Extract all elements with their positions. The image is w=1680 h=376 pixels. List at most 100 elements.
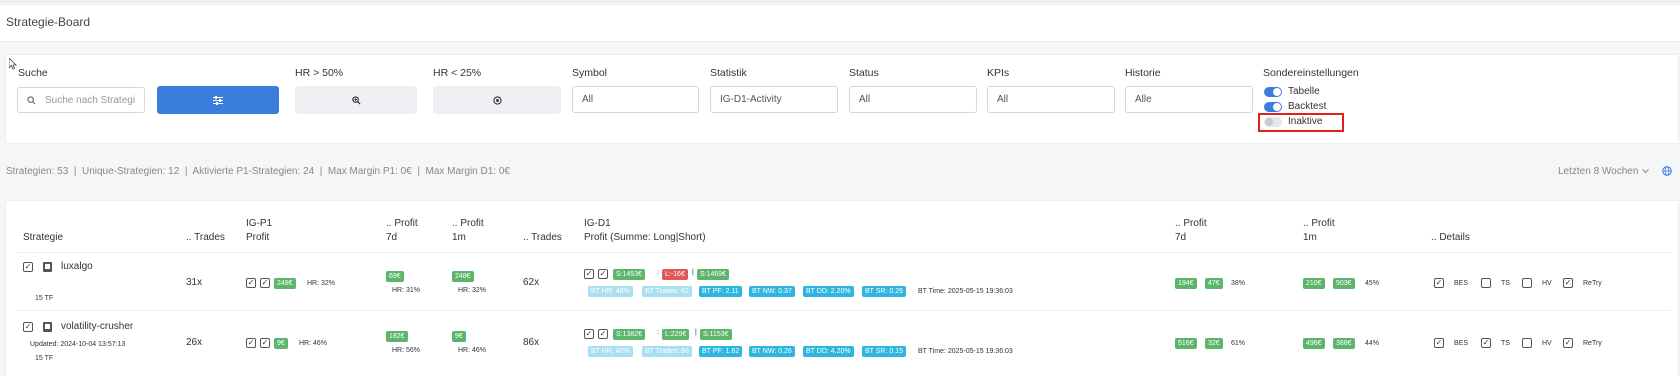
updated-timestamp: Updated: 2024-10-04 13:57:13 <box>30 341 126 348</box>
hr50-button[interactable] <box>295 86 417 114</box>
profit-7d-badge: 69€ <box>386 271 404 282</box>
profit-7d-hr: HR: 56% <box>392 347 421 354</box>
retry-label: ReTry <box>1583 280 1602 287</box>
row-select-checkbox[interactable]: ✓ <box>23 322 33 332</box>
profit-1m-badge: 9€ <box>452 331 466 342</box>
strategy-name[interactable]: luxalgo <box>61 261 93 272</box>
retry-checkbox[interactable]: ✓ <box>1563 278 1573 288</box>
d1-long-badge: L:229€ <box>662 329 690 340</box>
header-profit-7d-title: .. Profit <box>386 218 418 229</box>
period-value: Letzten 8 Wochen <box>1558 166 1639 177</box>
ts-label: TS <box>1501 280 1510 287</box>
profit-1m-d1-pct: 45% <box>1365 280 1380 287</box>
header-profit-7d-d1-title: .. Profit <box>1175 218 1207 229</box>
header-profit-7d: .. Profit 7d <box>386 217 418 245</box>
bes-checkbox[interactable]: ✓ <box>1434 338 1444 348</box>
bes-label: BES <box>1454 340 1469 347</box>
toggle-tabelle-label: Tabelle <box>1288 86 1320 97</box>
status-select[interactable]: All <box>849 86 977 113</box>
filter-panel: Suche Suche nach Strategie HR > 50% HR <… <box>5 54 1679 144</box>
hv-checkbox[interactable] <box>1522 338 1532 348</box>
d1-sum-badge: S:1382€ <box>613 329 646 340</box>
bes-label: BES <box>1454 280 1469 287</box>
statistik-value: IG-D1-Activity <box>720 94 782 105</box>
ts-checkbox[interactable]: ✓ <box>1481 338 1491 348</box>
profit-1m-badge: 248€ <box>452 271 474 282</box>
symbol-select[interactable]: All <box>572 86 699 113</box>
row-select-checkbox[interactable]: ✓ <box>23 262 33 272</box>
d1-sum-badge: S:1453€ <box>613 269 646 280</box>
d1-short-badge: S:1153€ <box>700 329 732 340</box>
header-profit-1m-d1: .. Profit 1m <box>1303 217 1335 245</box>
d1-checkbox-a[interactable]: ✓ <box>584 329 594 339</box>
profit-1m-d1-badge-a: 496€ <box>1303 338 1325 349</box>
bt-dd-badge: BT DD: 2.20% <box>803 286 854 297</box>
profit-1m-hr: HR: 46% <box>458 347 487 354</box>
sliders-icon <box>213 95 223 105</box>
period-select[interactable]: Letzten 8 Wochen <box>1558 166 1650 177</box>
bt-dd-badge: BT DD: 4.20% <box>803 346 854 357</box>
hr25-button[interactable] <box>433 86 561 114</box>
toggle-tabelle[interactable] <box>1264 87 1282 97</box>
d1-separator: : <box>657 269 659 276</box>
p1-hr: HR: 32% <box>307 280 336 287</box>
header-profit-1m-d1-title: .. Profit <box>1303 218 1335 229</box>
hr25-label: HR < 25% <box>433 67 482 79</box>
bt-time: BT Time: 2025-05-15 19:36:03 <box>918 288 1013 295</box>
p1-checkbox-b[interactable]: ✓ <box>260 278 270 288</box>
p1-checkbox-a[interactable]: ✓ <box>246 278 256 288</box>
status-label: Status <box>849 67 879 79</box>
header-profit-7d-sub: 7d <box>386 232 398 243</box>
profit-7d-d1-pct: 61% <box>1231 340 1246 347</box>
d1-checkbox-b[interactable]: ✓ <box>598 329 608 339</box>
ts-checkbox[interactable] <box>1481 278 1491 288</box>
globe-icon[interactable] <box>1662 166 1672 176</box>
hv-checkbox[interactable] <box>1522 278 1532 288</box>
bes-checkbox[interactable]: ✓ <box>1434 278 1444 288</box>
p1-checkbox-b[interactable]: ✓ <box>260 338 270 348</box>
bookmark-icon[interactable] <box>43 322 52 332</box>
profit-7d-d1-badge-b: 47€ <box>1205 278 1223 289</box>
profit-7d-badge: 182€ <box>386 331 408 342</box>
p1-checkbox-a[interactable]: ✓ <box>246 338 256 348</box>
header-profit-1m-d1-sub: 1m <box>1303 232 1317 243</box>
search-input[interactable]: Suche nach Strategie <box>17 87 145 113</box>
trades-d1-count: 62x <box>523 277 540 288</box>
symbol-label: Symbol <box>572 67 608 79</box>
profit-1m-d1-pct: 44% <box>1365 340 1380 347</box>
trades-count: 31x <box>186 277 203 288</box>
d1-checkbox-a[interactable]: ✓ <box>584 269 594 279</box>
symbol-value: All <box>582 94 594 105</box>
filter-settings-button[interactable] <box>157 86 279 114</box>
header-bar: Strategie-Board <box>0 4 1680 42</box>
profit-7d-hr: HR: 31% <box>392 287 421 294</box>
mouse-cursor-icon <box>9 58 17 70</box>
toggle-backtest[interactable] <box>1264 102 1282 112</box>
bt-sr-badge: BT SR: 0.15 <box>862 346 907 357</box>
kpis-select[interactable]: All <box>987 86 1115 113</box>
hv-label: HV <box>1542 340 1552 347</box>
strategy-name[interactable]: volatility-crusher <box>61 321 133 332</box>
d1-checkbox-b[interactable]: ✓ <box>598 269 608 279</box>
strategy-table: Strategie .. Trades IG-P1 Profit .. Profi… <box>5 200 1679 376</box>
bookmark-icon[interactable] <box>43 262 52 272</box>
profit-1m-d1-badge-b: 503€ <box>1333 278 1355 289</box>
historie-select[interactable]: Alle <box>1125 86 1253 113</box>
bt-trades-badge: BT Trades: 62 <box>642 286 692 297</box>
search-label: Suche <box>18 67 48 79</box>
historie-value: Alle <box>1135 94 1152 105</box>
hr50-label: HR > 50% <box>295 67 344 79</box>
d1-separator-2: | <box>695 329 697 336</box>
header-details: .. Details <box>1431 232 1470 243</box>
header-igp1: IG-P1 Profit <box>246 217 272 245</box>
retry-checkbox[interactable]: ✓ <box>1563 338 1573 348</box>
statistik-select[interactable]: IG-D1-Activity <box>710 86 838 113</box>
header-igp1-sub: Profit <box>246 232 270 243</box>
bt-sr-badge: BT SR: 0.26 <box>862 286 907 297</box>
bt-nw-badge: BT NW: 0.37 <box>749 286 795 297</box>
timeframe-tag: 15 TF <box>35 295 54 302</box>
hv-label: HV <box>1542 280 1552 287</box>
row-divider <box>16 310 1670 311</box>
bt-nw-badge: BT NW: 0.26 <box>749 346 795 357</box>
p1-profit-badge: 9€ <box>274 338 288 349</box>
